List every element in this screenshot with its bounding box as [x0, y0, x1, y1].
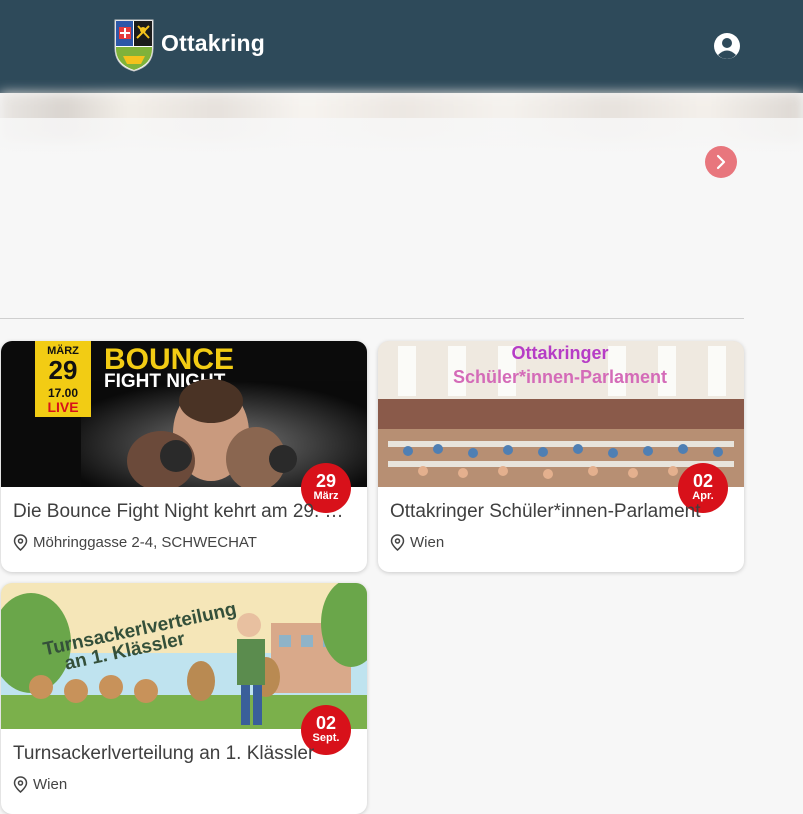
carousel-next-button[interactable] [705, 146, 737, 178]
map-pin-icon [13, 776, 28, 793]
event-location-text: Möhringgasse 2-4, SCHWECHAT [33, 534, 257, 551]
event-location: Möhringgasse 2-4, SCHWECHAT [13, 534, 257, 551]
event-location: Wien [390, 534, 444, 551]
event-location: Wien [13, 776, 67, 793]
poster-live: LIVE [47, 399, 78, 415]
poster-headline: Ottakringer [511, 343, 608, 363]
event-title[interactable]: Die Bounce Fight Night kehrt am 29. März… [13, 501, 355, 523]
chevron-right-icon [716, 154, 726, 170]
event-day: 29 [315, 471, 337, 491]
event-title[interactable]: Ottakringer Schüler*innen-Parlament [390, 501, 732, 523]
brand-title[interactable]: Ottakring [161, 30, 265, 57]
event-image: Turnsackerlverteilung an 1. Klässler [1, 583, 367, 729]
event-location-text: Wien [33, 776, 68, 793]
event-image: MÄRZ 29 17.00 LIVE BOUNCE FIGHT NIGHT [1, 341, 367, 487]
event-card[interactable]: Turnsackerlverteilung an 1. Klässler 02 … [1, 583, 367, 814]
poster-subline: Schüler*innen-Parlament [453, 367, 667, 387]
event-title[interactable]: Turnsackerlverteilung an 1. Klässler [13, 743, 355, 765]
map-pin-icon [390, 534, 405, 551]
event-day: 02 [692, 471, 714, 491]
event-day: 02 [315, 713, 337, 733]
poster-day: 29 [49, 355, 78, 385]
account-circle-icon[interactable] [714, 33, 740, 59]
district-coat-of-arms-logo[interactable] [113, 18, 155, 72]
event-image: Ottakringer Schüler*innen-Parlament [378, 341, 744, 487]
map-pin-icon [13, 534, 28, 551]
event-card[interactable]: Ottakringer Schüler*innen-Parlament 02 A… [378, 341, 744, 572]
poster-time: 17.00 [48, 386, 78, 400]
hero-carousel-fade [0, 118, 803, 158]
app-header: Ottakring [0, 0, 803, 93]
event-location-text: Wien [410, 534, 445, 551]
section-divider [0, 318, 744, 319]
event-card[interactable]: MÄRZ 29 17.00 LIVE BOUNCE FIGHT NIGHT 29… [1, 341, 367, 572]
